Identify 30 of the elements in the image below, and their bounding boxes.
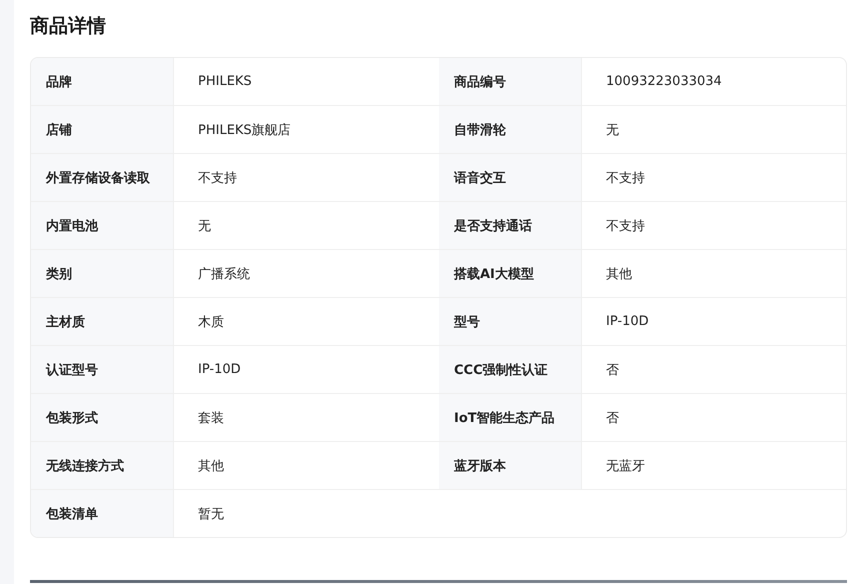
spec-label: 类别 xyxy=(31,250,174,298)
spec-label: 搭载AI大模型 xyxy=(439,250,582,298)
spec-value: 无蓝牙 xyxy=(582,442,846,490)
spec-label: 自带滑轮 xyxy=(439,106,582,154)
spec-label: 商品编号 xyxy=(439,58,582,106)
spec-label: 无线连接方式 xyxy=(31,442,174,490)
spec-label: 语音交互 xyxy=(439,154,582,202)
spec-label: CCC强制性认证 xyxy=(439,346,582,394)
spec-value: IP-10D xyxy=(582,298,846,346)
spec-label: IoT智能生态产品 xyxy=(439,394,582,442)
spec-label: 内置电池 xyxy=(31,202,174,250)
spec-label: 品牌 xyxy=(31,58,174,106)
spec-label: 蓝牙版本 xyxy=(439,442,582,490)
spec-value: 否 xyxy=(582,394,846,442)
spec-value: 不支持 xyxy=(582,154,846,202)
spec-label: 是否支持通话 xyxy=(439,202,582,250)
spec-label: 认证型号 xyxy=(31,346,174,394)
spec-value: 暂无 xyxy=(197,506,225,524)
spec-label: 店铺 xyxy=(31,106,174,154)
spec-label: 主材质 xyxy=(31,298,174,346)
spec-label: 外置存储设备读取 xyxy=(31,154,174,202)
spec-value: 无 xyxy=(582,106,846,154)
section-title: 商品详情 xyxy=(30,14,107,39)
spec-label: 包装清单 xyxy=(31,490,174,537)
spec-value: 不支持 xyxy=(582,202,846,250)
spec-label: 型号 xyxy=(439,298,582,346)
spec-value: 其他 xyxy=(582,250,846,298)
spec-value: 10093223033034 xyxy=(582,58,846,106)
spec-value: 否 xyxy=(582,346,846,394)
spec-label: 包装形式 xyxy=(31,394,174,442)
